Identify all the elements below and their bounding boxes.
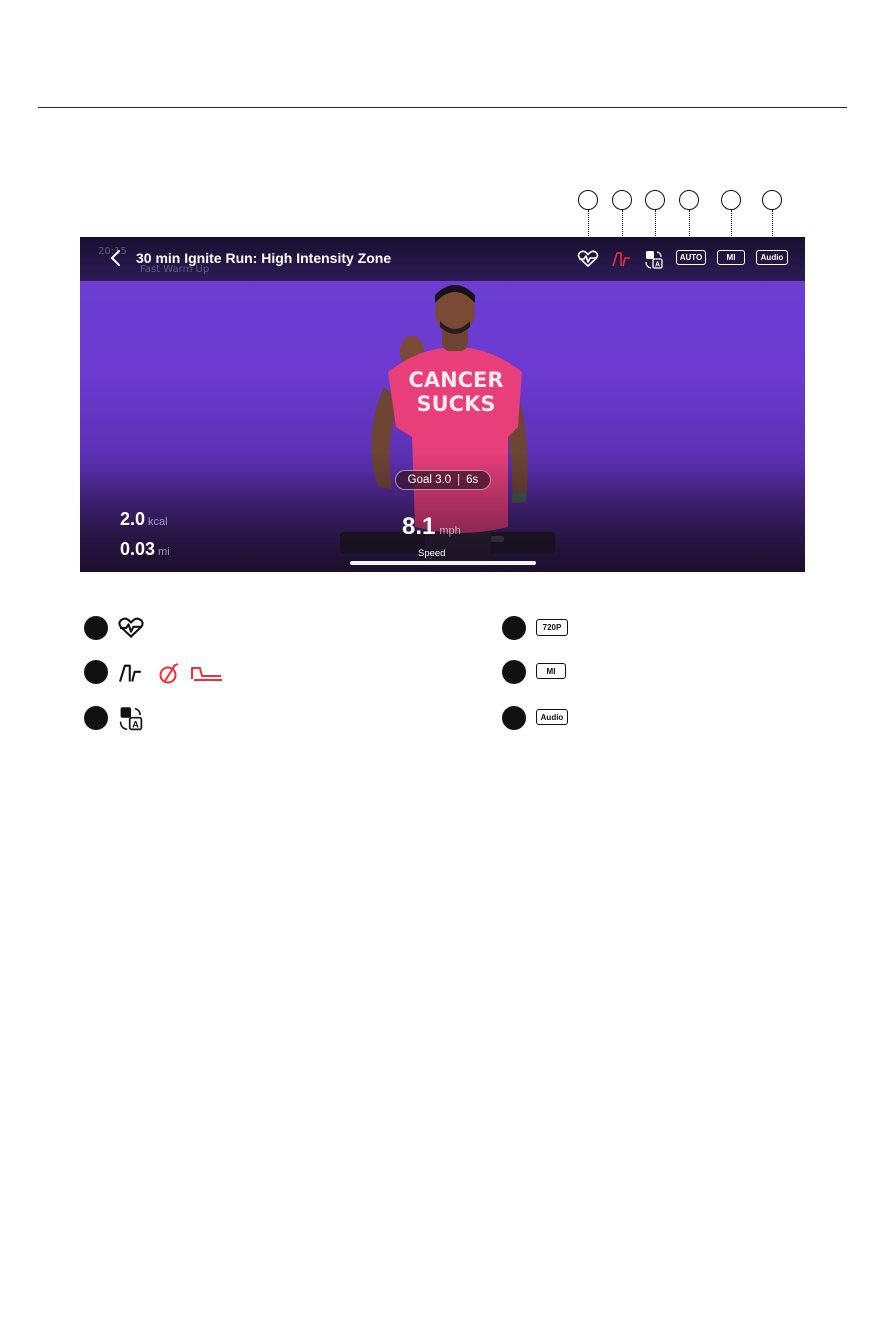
top-rule [38,107,847,108]
callout-4 [679,190,699,210]
shirt-text-line1: CANCER [408,368,503,392]
callout-leader-3 [655,210,656,236]
incline-icon[interactable] [611,250,633,268]
speed-progress-bar [350,561,536,565]
callout-3 [645,190,665,210]
distance-unit: mi [158,546,170,558]
callout-leader-6 [772,210,773,236]
legend-resolution-pill: 720P [536,619,568,636]
workout-title: 30 min Ignite Run: High Intensity Zone [136,250,392,266]
audio-button[interactable]: Audio [756,250,788,265]
callout-leader-2 [622,210,623,236]
goal-time: 6s [466,474,479,486]
legend-marker-6 [502,706,526,730]
legend-marker-2 [84,660,108,684]
callout-leader-4 [689,210,690,236]
legend-heart-rate-icon [118,617,144,638]
calories-value: 2.0 [120,509,146,529]
speed-unit: mph [439,525,461,537]
resolution-auto-button[interactable]: AUTO [676,250,706,265]
legend-cadence-icon [159,663,179,684]
legend-audio-pill: Audio [536,709,568,725]
workout-video-screen[interactable]: CANCER SUCKS 20:15 Fast Warm Up 30 min I… [80,237,805,572]
svg-text:A: A [132,719,139,729]
calories-stat: 2.0 kcal [120,509,168,530]
speed-readout: 8.1 mph [402,513,461,541]
callout-leader-5 [731,210,732,236]
speed-value: 8.1 [402,513,436,540]
legend-incline-icon [119,664,141,682]
player-top-bar: 20:15 Fast Warm Up 30 min Ignite Run: Hi… [80,237,805,281]
callout-2 [612,190,632,210]
callout-leader-1 [588,210,589,236]
legend-units-pill: MI [536,663,566,679]
units-button[interactable]: MI [717,250,745,265]
legend-treadmill-icon [191,667,222,681]
legend-marker-4 [502,616,526,640]
callout-5 [721,190,741,210]
back-chevron-icon[interactable] [107,248,125,268]
auto-switch-icon[interactable]: A [644,250,664,270]
speed-label: Speed [418,548,446,559]
goal-badge: Goal 3.0 | 6s [395,470,491,490]
distance-stat: 0.03 mi [120,539,170,560]
legend-marker-3 [84,706,108,730]
legend-auto-switch-icon: A [119,707,143,731]
legend-marker-1 [84,616,108,640]
legend-marker-5 [502,660,526,684]
distance-value: 0.03 [120,539,156,559]
goal-separator: | [457,474,461,486]
shirt-text-line2: SUCKS [417,392,496,416]
heart-rate-icon[interactable] [577,250,599,268]
calories-unit: kcal [148,516,168,528]
svg-text:A: A [655,262,660,269]
callout-1 [578,190,598,210]
goal-value: Goal 3.0 [407,474,452,486]
callout-6 [762,190,782,210]
